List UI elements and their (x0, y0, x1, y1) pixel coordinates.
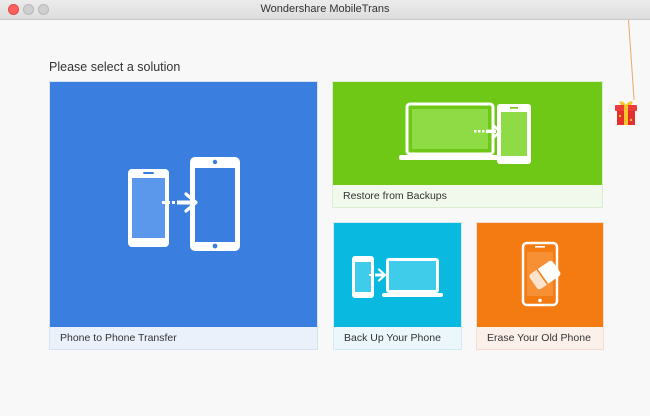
backup-art (334, 223, 461, 328)
erase-label: Erase Your Old Phone (477, 327, 603, 349)
restore-from-backups-card[interactable]: Restore from Backups (332, 81, 603, 208)
gift-icon[interactable] (613, 98, 639, 133)
backup-label: Back Up Your Phone (334, 327, 461, 349)
window-title: Wondershare MobileTrans (260, 3, 390, 15)
page-heading: Please select a solution (49, 60, 181, 74)
back-up-your-phone-card[interactable]: Back Up Your Phone (333, 222, 462, 350)
phone-to-phone-transfer-card[interactable]: Phone to Phone Transfer (49, 81, 318, 350)
phone-to-laptop-icon (352, 256, 443, 298)
phone-to-phone-icon (128, 157, 240, 251)
window-titlebar: Wondershare MobileTrans (0, 0, 650, 20)
phone-to-phone-label: Phone to Phone Transfer (50, 327, 317, 349)
erase-your-old-phone-card[interactable]: Erase Your Old Phone (476, 222, 604, 350)
phone-to-phone-art (50, 82, 317, 328)
erase-art (477, 223, 603, 328)
restore-art (333, 82, 602, 186)
gift-string (628, 19, 635, 100)
laptop-to-phone-icon (399, 102, 531, 164)
phone-eraser-icon (521, 241, 561, 307)
restore-label: Restore from Backups (333, 185, 602, 207)
